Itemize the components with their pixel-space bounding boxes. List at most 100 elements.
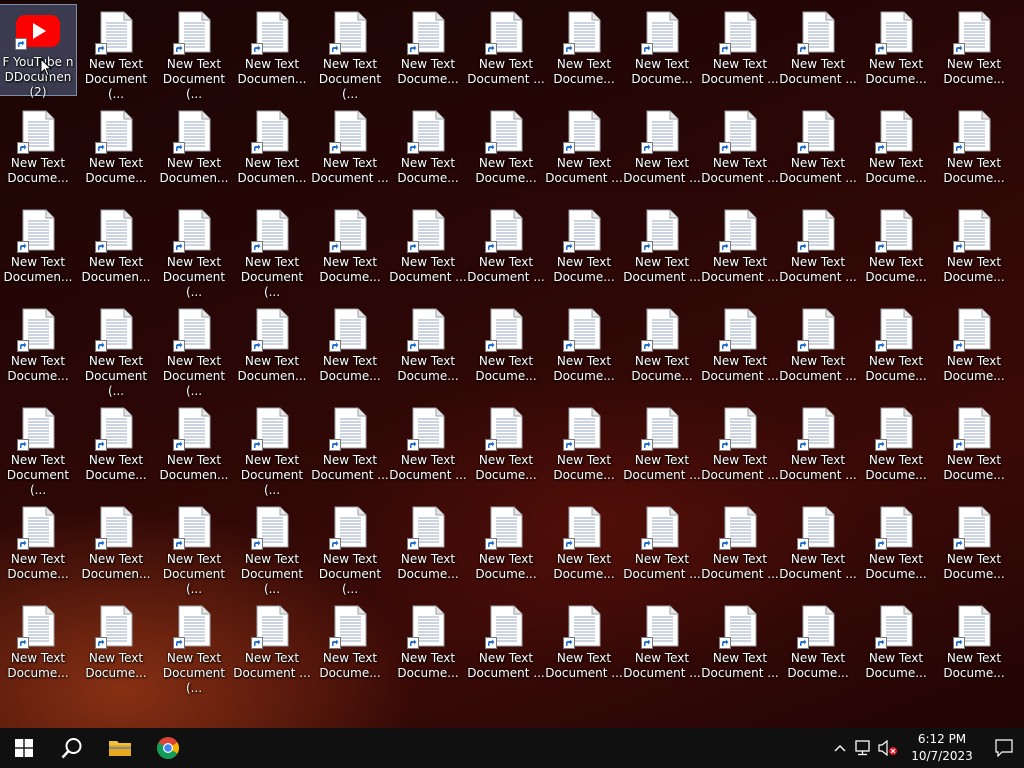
desktop-file-icon[interactable]: New Text Document ... bbox=[623, 599, 701, 689]
desktop-file-icon[interactable]: New Text Docume... bbox=[546, 203, 622, 293]
show-hidden-icons-button[interactable] bbox=[828, 728, 852, 768]
desktop-file-icon[interactable]: New Text Document ... bbox=[623, 500, 701, 590]
desktop-file-icon[interactable]: New Text Docume... bbox=[780, 599, 856, 689]
desktop-file-icon[interactable]: New Text Docume... bbox=[858, 203, 934, 293]
desktop-file-icon[interactable]: New Text Document ... bbox=[389, 203, 467, 293]
desktop-file-icon[interactable]: New Text Docume... bbox=[390, 599, 466, 689]
desktop-file-icon[interactable]: New Text Docume... bbox=[546, 401, 622, 491]
desktop-file-icon[interactable]: New Text Docume... bbox=[390, 302, 466, 392]
desktop-file-icon[interactable]: New Text Docume... bbox=[0, 500, 76, 590]
desktop-file-icon[interactable]: New Text Document ... bbox=[623, 203, 701, 293]
file-explorer-button[interactable] bbox=[96, 728, 144, 768]
search-button[interactable] bbox=[48, 728, 96, 768]
desktop-file-icon[interactable]: New Text Docume... bbox=[468, 302, 544, 392]
desktop-file-icon[interactable]: New Text Docume... bbox=[546, 302, 622, 392]
desktop-file-icon[interactable]: New Text Document ... bbox=[467, 203, 545, 293]
network-button[interactable] bbox=[852, 728, 876, 768]
desktop-file-icon[interactable]: New Text Docume... bbox=[936, 5, 1012, 95]
action-center-button[interactable] bbox=[984, 728, 1024, 768]
desktop-file-icon[interactable]: New Text Document ... bbox=[623, 401, 701, 491]
desktop-file-icon[interactable]: New Text Docume... bbox=[858, 302, 934, 392]
desktop-file-icon[interactable]: New Text Document (... bbox=[312, 500, 388, 596]
volume-button[interactable] bbox=[876, 728, 900, 768]
desktop-file-icon[interactable]: New Text Docume... bbox=[0, 104, 76, 194]
desktop-file-icon[interactable]: New Text Docume... bbox=[78, 599, 154, 689]
desktop-file-icon[interactable]: New Text Docume... bbox=[858, 401, 934, 491]
desktop-file-icon[interactable]: New Text Documen... bbox=[78, 203, 154, 293]
desktop-file-icon[interactable]: New Text Docume... bbox=[390, 104, 466, 194]
desktop-file-icon[interactable]: New Text Document (... bbox=[156, 500, 232, 596]
desktop-file-icon[interactable]: New Text Docume... bbox=[390, 5, 466, 95]
desktop-file-icon[interactable]: New Text Document ... bbox=[623, 104, 701, 194]
desktop-file-icon[interactable]: New Text Docume... bbox=[936, 302, 1012, 392]
desktop-file-icon[interactable]: New Text Docume... bbox=[312, 302, 388, 392]
desktop-file-icon[interactable]: New Text Document (... bbox=[234, 203, 310, 299]
desktop-file-icon[interactable]: New Text Document ... bbox=[779, 203, 857, 293]
desktop-file-icon[interactable]: New Text Docume... bbox=[312, 599, 388, 689]
desktop-file-icon[interactable]: New Text Document ... bbox=[779, 401, 857, 491]
desktop-file-icon[interactable]: New Text Docume... bbox=[858, 599, 934, 689]
desktop-file-icon[interactable]: New Text Document ... bbox=[311, 401, 389, 491]
desktop-file-icon[interactable]: New Text Docume... bbox=[936, 203, 1012, 293]
desktop-file-icon[interactable]: New Text Document ... bbox=[779, 5, 857, 95]
desktop-file-icon[interactable]: New Text Document ... bbox=[701, 203, 779, 293]
desktop-file-icon[interactable]: New Text Document ... bbox=[779, 104, 857, 194]
desktop-file-icon[interactable]: New Text Docume... bbox=[0, 302, 76, 392]
desktop-file-icon[interactable]: New Text Document ... bbox=[545, 104, 623, 194]
desktop-file-icon[interactable]: New Text Docume... bbox=[468, 401, 544, 491]
desktop-file-icon[interactable]: New Text Docume... bbox=[0, 599, 76, 689]
desktop-file-icon[interactable]: New Text Documen... bbox=[156, 104, 232, 194]
desktop-file-icon[interactable]: New Text Document ... bbox=[233, 599, 311, 689]
desktop-file-icon[interactable]: New Text Document (... bbox=[156, 203, 232, 299]
desktop-file-icon[interactable]: New Text Docume... bbox=[468, 500, 544, 590]
desktop-file-icon[interactable]: New Text Document ... bbox=[701, 401, 779, 491]
desktop-file-icon[interactable]: New Text Document ... bbox=[701, 599, 779, 689]
desktop-file-icon[interactable]: New Text Docume... bbox=[624, 302, 700, 392]
desktop-file-icon[interactable]: New Text Document ... bbox=[701, 302, 779, 392]
desktop-file-icon[interactable]: New Text Docume... bbox=[390, 500, 466, 590]
desktop-file-icon[interactable]: New Text Document ... bbox=[701, 500, 779, 590]
desktop-file-icon[interactable]: New Text Document (... bbox=[0, 401, 76, 497]
chrome-button[interactable] bbox=[144, 728, 192, 768]
desktop-file-icon[interactable]: New Text Docume... bbox=[78, 401, 154, 491]
desktop-file-icon[interactable]: New Text Document (... bbox=[78, 5, 154, 101]
desktop-file-icon[interactable]: New Text Docume... bbox=[936, 104, 1012, 194]
desktop-file-icon[interactable]: New Text Document (... bbox=[156, 5, 232, 101]
desktop-file-icon[interactable]: New Text Documen... bbox=[234, 5, 310, 95]
youtube-shortcut-icon-item[interactable]: F YouTube n DDocumen (2) bbox=[0, 4, 77, 99]
start-button[interactable] bbox=[0, 728, 48, 768]
desktop-file-icon[interactable]: New Text Document ... bbox=[311, 104, 389, 194]
desktop-file-icon[interactable]: New Text Document ... bbox=[701, 5, 779, 95]
desktop-file-icon[interactable]: New Text Document (... bbox=[312, 5, 388, 101]
desktop-file-icon[interactable]: New Text Docume... bbox=[546, 5, 622, 95]
desktop-file-icon[interactable]: New Text Document ... bbox=[701, 104, 779, 194]
desktop-file-icon[interactable]: New Text Document ... bbox=[467, 5, 545, 95]
desktop-file-icon[interactable]: New Text Document (... bbox=[234, 500, 310, 596]
desktop-file-icon[interactable]: New Text Document (... bbox=[78, 302, 154, 398]
desktop-file-icon[interactable]: New Text Document (... bbox=[156, 599, 232, 695]
clock[interactable]: 6:12 PM 10/7/2023 bbox=[900, 731, 984, 765]
desktop-file-icon[interactable]: New Text Docume... bbox=[78, 104, 154, 194]
desktop-file-icon[interactable]: New Text Document ... bbox=[779, 500, 857, 590]
desktop-file-icon[interactable]: New Text Document ... bbox=[545, 599, 623, 689]
desktop-file-icon[interactable]: New Text Document ... bbox=[389, 401, 467, 491]
desktop-file-icon[interactable]: New Text Docume... bbox=[312, 203, 388, 293]
desktop-file-icon[interactable]: New Text Docume... bbox=[936, 500, 1012, 590]
desktop-file-icon[interactable]: New Text Docume... bbox=[858, 104, 934, 194]
desktop-file-icon[interactable]: New Text Documen... bbox=[0, 203, 76, 293]
desktop-file-icon[interactable]: New Text Documen... bbox=[156, 401, 232, 491]
desktop-file-icon[interactable]: New Text Docume... bbox=[468, 104, 544, 194]
desktop-file-icon[interactable]: New Text Document ... bbox=[467, 599, 545, 689]
desktop-file-icon[interactable]: New Text Document ... bbox=[779, 302, 857, 392]
desktop-file-icon[interactable]: New Text Document (... bbox=[234, 401, 310, 497]
desktop-file-icon[interactable]: New Text Documen... bbox=[78, 500, 154, 590]
desktop-file-icon[interactable]: New Text Docume... bbox=[624, 5, 700, 95]
desktop-file-icon[interactable]: New Text Documen... bbox=[234, 302, 310, 392]
desktop-file-icon[interactable]: New Text Document (... bbox=[156, 302, 232, 398]
desktop-file-icon[interactable]: New Text Docume... bbox=[546, 500, 622, 590]
desktop-file-icon[interactable]: New Text Documen... bbox=[234, 104, 310, 194]
desktop-file-icon[interactable]: New Text Docume... bbox=[936, 401, 1012, 491]
desktop-file-icon[interactable]: New Text Docume... bbox=[858, 500, 934, 590]
desktop-file-icon[interactable]: New Text Docume... bbox=[936, 599, 1012, 689]
desktop-file-icon[interactable]: New Text Docume... bbox=[858, 5, 934, 95]
